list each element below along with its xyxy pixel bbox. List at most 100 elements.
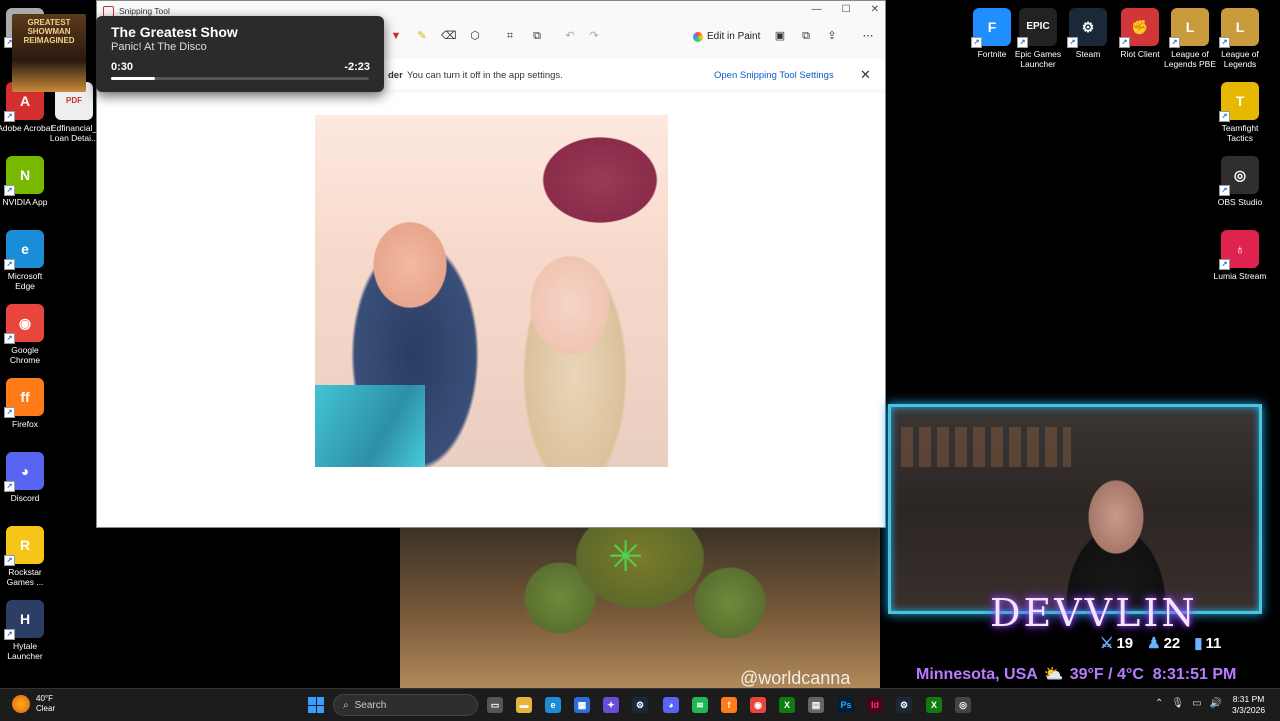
desktop-icon-edge[interactable]: e ↗ Microsoft Edge	[0, 230, 53, 291]
open-settings-link[interactable]: Open Snipping Tool Settings	[714, 70, 834, 81]
song-title: The Greatest Show	[111, 24, 238, 40]
paint-icon	[693, 31, 703, 42]
eraser-icon[interactable]: ⌫	[441, 29, 457, 43]
copilot-icon[interactable]: ✦	[603, 697, 619, 713]
firefox-taskbar-icon[interactable]: f	[721, 697, 737, 713]
desktop-icon-label: Rockstar Games ...	[6, 567, 44, 587]
taskbar-weather[interactable]: 40°F Clear	[12, 694, 55, 714]
desktop-icon-lumia-stream[interactable]: ♁ ↗ Lumia Stream	[1212, 230, 1268, 281]
window-title: Snipping Tool	[119, 6, 170, 16]
desktop-icon-tft[interactable]: T ↗ Teamfight Tactics	[1212, 82, 1268, 143]
chrome-icon: ◉ ↗	[4, 304, 44, 344]
network-icon[interactable]: ▭	[1192, 698, 1201, 709]
system-tray[interactable]: ⌃ 🎙 ▭ 🔊	[1155, 698, 1222, 709]
edge-taskbar-icon[interactable]: e	[545, 697, 561, 713]
progress-bar[interactable]	[111, 77, 369, 80]
steam-taskbar-icon[interactable]: ⚙	[632, 697, 648, 713]
shortcut-arrow-icon: ↗	[4, 555, 15, 566]
taskbar-search[interactable]: ⌕ Search	[333, 694, 478, 716]
stat-kills: ⚔ 19	[1100, 635, 1134, 652]
chrome-taskbar-icon[interactable]: ◉	[750, 697, 766, 713]
webcam-feed	[888, 404, 1262, 614]
maximize-button[interactable]: ☐	[842, 4, 851, 15]
save-icon[interactable]: ▣	[773, 29, 787, 43]
stat-bars: ▮ 11	[1194, 635, 1222, 652]
notice-close-icon[interactable]: ✕	[860, 67, 871, 83]
shapes-icon[interactable]: ⬡	[468, 29, 482, 43]
xbox2-icon[interactable]: X	[926, 697, 942, 713]
copy-icon[interactable]: ⧉	[799, 29, 813, 43]
more-options-icon[interactable]: ⋯	[861, 29, 875, 43]
desktop-icon-label: Teamfight Tactics	[1221, 123, 1259, 143]
photoshop-icon[interactable]: Ps	[838, 697, 854, 713]
task-view-icon[interactable]: ▭	[487, 697, 503, 713]
indesign-icon[interactable]: Id	[867, 697, 883, 713]
desktop-icon-label: Microsoft Edge	[7, 271, 43, 291]
microphone-icon[interactable]: 🎙	[1171, 698, 1184, 709]
desktop-icon-label: Riot Client	[1120, 49, 1160, 59]
pen-icon[interactable]: ▼	[389, 29, 403, 43]
redo-icon[interactable]: ↷	[587, 29, 601, 43]
desktop-icon-hytale[interactable]: H ↗ Hytale Launcher	[0, 600, 53, 661]
captured-photo	[315, 115, 668, 467]
streamer-name: DEVVLIN	[990, 591, 1198, 635]
desktop-icon-discord[interactable]: ◕ ↗ Discord	[0, 452, 53, 503]
desktop-icon-label: Epic Games Launcher	[1014, 49, 1062, 69]
hytale-icon: H ↗	[4, 600, 44, 640]
share-icon[interactable]: ⇪	[825, 29, 839, 43]
desktop-icon-nvidia[interactable]: N ↗ NVIDIA App	[0, 156, 53, 207]
chevron-up-icon[interactable]: ⌃	[1155, 698, 1163, 709]
shortcut-arrow-icon: ↗	[4, 185, 15, 196]
weather-icon	[12, 695, 30, 713]
desktop-icon-obs[interactable]: ◎ ↗ OBS Studio	[1212, 156, 1268, 207]
desktop-icon-label: Discord	[10, 493, 40, 503]
close-button[interactable]: ✕	[871, 4, 879, 15]
desktop-icon-league[interactable]: L ↗ League of Legends	[1212, 8, 1268, 69]
xbox-icon[interactable]: X	[779, 697, 795, 713]
spotify-icon[interactable]: ≋	[692, 697, 708, 713]
desktop-icon-riot-client[interactable]: ✊ ↗ Riot Client	[1112, 8, 1168, 59]
desktop-icon-firefox[interactable]: ff ↗ Firefox	[0, 378, 53, 429]
desktop-icon-league-pbe[interactable]: L ↗ League of Legends PBE	[1162, 8, 1218, 69]
tft-icon: T ↗	[1219, 82, 1259, 122]
sword-icon: ⚔	[1100, 635, 1114, 652]
epic-games-icon: EPIC ↗	[1017, 8, 1057, 48]
progress-fill	[111, 77, 155, 80]
minimize-button[interactable]: —	[812, 4, 822, 15]
desktop-icon-label: Firefox	[12, 419, 38, 429]
undo-icon[interactable]: ↶	[563, 29, 577, 43]
desktop-icon-label: League of Legends	[1221, 49, 1259, 69]
discord-taskbar-icon[interactable]: ◕	[663, 697, 679, 713]
league-pbe-icon: L ↗	[1169, 8, 1209, 48]
desktop-icon-label: Edfinancial_ Loan Detai...	[49, 123, 99, 143]
media-flyout[interactable]: The Greatest Show Panic! At The Disco 0:…	[96, 16, 384, 92]
app-icon[interactable]: ▤	[808, 697, 824, 713]
highlighter-icon[interactable]: ✎	[415, 29, 429, 43]
crop-icon[interactable]: ⌗	[503, 29, 517, 43]
start-button[interactable]	[308, 697, 324, 713]
taskbar-clock[interactable]: 8:31 PM 3/3/2026	[1232, 694, 1265, 716]
discord-icon: ◕ ↗	[4, 452, 44, 492]
song-artist: Panic! At The Disco	[111, 41, 207, 53]
shortcut-arrow-icon: ↗	[4, 407, 15, 418]
store-icon[interactable]: ▦	[574, 697, 590, 713]
desktop-icon-chrome[interactable]: ◉ ↗ Google Chrome	[0, 304, 53, 365]
desktop-icon-epic-games[interactable]: EPIC ↗ Epic Games Launcher	[1010, 8, 1066, 69]
file-explorer-icon[interactable]: ▬	[516, 697, 532, 713]
edit-in-paint-button[interactable]: Edit in Paint	[693, 31, 760, 42]
desktop-icon-label: Lumia Stream	[1213, 271, 1267, 281]
desktop-icon-steam[interactable]: ⚙ ↗ Steam	[1060, 8, 1116, 59]
shortcut-arrow-icon: ↗	[1219, 259, 1230, 270]
shortcut-arrow-icon: ↗	[4, 333, 15, 344]
volume-icon[interactable]: 🔊	[1210, 698, 1222, 709]
fortnite-icon: F ↗	[971, 8, 1011, 48]
desktop-icon-rockstar[interactable]: R ↗ Rockstar Games ...	[0, 526, 53, 587]
obs-taskbar-icon[interactable]: ◎	[955, 697, 971, 713]
obs-icon: ◎ ↗	[1219, 156, 1259, 196]
shortcut-arrow-icon: ↗	[1017, 37, 1028, 48]
capture-canvas	[97, 93, 885, 527]
text-actions-icon[interactable]: ⧉	[530, 29, 544, 43]
steam2-icon[interactable]: ⚙	[896, 697, 912, 713]
shortcut-arrow-icon: ↗	[4, 629, 15, 640]
shortcut-arrow-icon: ↗	[4, 111, 15, 122]
